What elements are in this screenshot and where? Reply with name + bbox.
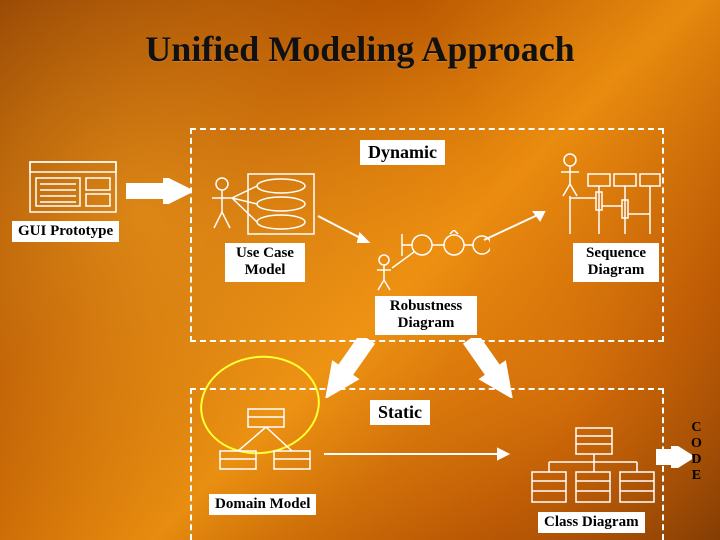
code-label: CODE: [691, 420, 702, 484]
sequence-diagram-label: SequenceDiagram: [573, 243, 659, 282]
robustness-diagram-label: RobustnessDiagram: [375, 296, 477, 335]
domain-model-label: Domain Model: [209, 494, 316, 515]
arrow-usecase-to-robustness: [316, 212, 378, 250]
class-diagram-icon: [528, 426, 658, 506]
page-title: Unified Modeling Approach: [0, 28, 720, 70]
robustness-icon: [370, 230, 490, 292]
static-section-label: Static: [370, 400, 430, 425]
class-diagram-label: Class Diagram: [538, 512, 645, 533]
dynamic-section-label: Dynamic: [360, 140, 445, 165]
arrow-robustness-to-domain: [312, 338, 382, 398]
usecase-actor-icon: [208, 170, 318, 240]
gui-window-icon: [28, 160, 118, 216]
arrow-class-to-code: [656, 446, 692, 468]
use-case-model-label: Use CaseModel: [225, 243, 305, 282]
slide-canvas: Unified Modeling Approach Dynamic Static…: [0, 0, 720, 540]
arrow-domain-to-class: [322, 442, 522, 466]
gui-prototype-label: GUI Prototype: [12, 221, 119, 242]
arrow-gui-to-usecase: [126, 178, 190, 204]
arrow-robustness-to-class: [456, 338, 526, 398]
arrow-robustness-to-sequence: [480, 206, 554, 246]
sequence-diagram-icon: [552, 150, 662, 240]
domain-boxes-icon: [216, 405, 316, 485]
